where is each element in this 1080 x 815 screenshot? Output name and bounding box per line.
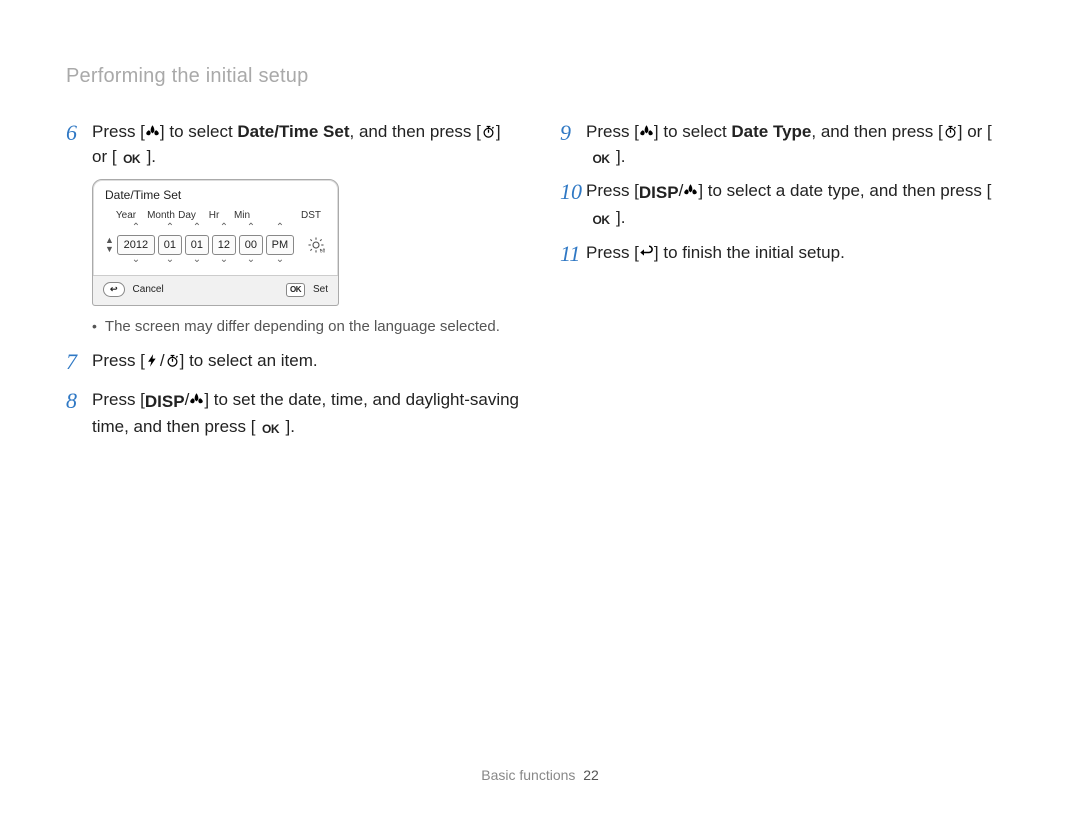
text: ] or [	[958, 122, 992, 141]
step-9: 9 Press [ ] to select Date Type, and then…	[560, 120, 1014, 169]
text: , and then press [	[811, 122, 942, 141]
step-8: 8 Press [DISP/] to set the date, time, a…	[66, 388, 520, 439]
step-11: 11 Press [ ] to finish the initial setup.	[560, 241, 1014, 270]
lcd-values-row: ▲▼ ⌃2012⌄ ⌃01⌄ ⌃01⌄ ⌃12⌄ ⌃00⌄ ⌃PM⌄ off	[93, 223, 338, 267]
macro-icon	[639, 124, 654, 139]
step-text: Press [/] to select an item.	[92, 349, 520, 374]
chevron-down-icon: ⌄	[247, 255, 255, 267]
chevron-up-icon: ⌃	[193, 223, 201, 235]
text: Press [	[92, 390, 145, 409]
chevron-up-icon: ⌃	[220, 223, 228, 235]
value-pm: PM	[266, 235, 294, 255]
macro-icon	[145, 124, 160, 139]
step-number: 11	[560, 238, 586, 270]
dst-icon: off	[306, 235, 326, 255]
note: • The screen may differ depending on the…	[92, 318, 520, 335]
text: Press [	[586, 122, 639, 141]
step-number: 9	[560, 117, 586, 149]
chevron-up-icon: ⌃	[276, 223, 284, 235]
text: ].	[147, 147, 156, 166]
lcd-col-labels: Year Month Day Hr Min DST	[93, 206, 338, 223]
lcd-title: Date/Time Set	[93, 180, 338, 206]
chevron-up-icon: ⌃	[132, 223, 140, 235]
text-bold: Date Type	[731, 122, 811, 141]
text: Press [	[92, 122, 145, 141]
label-hr: Hr	[199, 210, 229, 221]
step-text: Press [DISP/] to set the date, time, and…	[92, 388, 520, 439]
disp-label: DISP	[145, 390, 185, 415]
label-month: Month	[147, 210, 175, 221]
step-number: 8	[66, 385, 92, 417]
chevron-down-icon: ⌄	[276, 255, 284, 267]
label-dst: DST	[296, 210, 326, 221]
ok-label: OK	[586, 213, 616, 228]
step-text: Press [ ] to select Date/Time Set, and th…	[92, 120, 520, 169]
disp-label: DISP	[639, 181, 679, 206]
lcd-cancel: Cancel	[133, 284, 164, 295]
left-column: 6 Press [] to select Date/Time Set, and …	[66, 120, 520, 449]
step-number: 7	[66, 346, 92, 378]
lcd-footer: ↩ Cancel OK Set	[93, 275, 338, 305]
step-10: 10 Press [DISP/] to select a date type, …	[560, 179, 1014, 230]
step-text: Press [DISP/] to select a date type, and…	[586, 179, 1014, 230]
text: ].	[616, 208, 625, 227]
value-day: 01	[185, 235, 209, 255]
timer-icon	[943, 124, 958, 139]
ok-label: OK	[117, 152, 147, 167]
lcd-ok-badge: OK	[286, 283, 305, 297]
chevron-down-icon: ⌄	[220, 255, 228, 267]
ok-label: OK	[586, 152, 616, 167]
note-text: The screen may differ depending on the l…	[105, 318, 500, 335]
label-year: Year	[105, 210, 147, 221]
svg-text:off: off	[320, 249, 325, 255]
value-month: 01	[158, 235, 182, 255]
timer-icon	[165, 353, 180, 368]
value-min: 00	[239, 235, 263, 255]
chevron-up-icon: ⌃	[166, 223, 174, 235]
text: ] to select	[160, 122, 237, 141]
lcd-set: Set	[313, 284, 328, 295]
step-6: 6 Press [ ] to select Date/Time Set, and …	[66, 120, 520, 169]
step-text: Press [ ] to select Date Type, and then p…	[586, 120, 1014, 169]
label-min: Min	[229, 210, 255, 221]
ok-label: OK	[255, 422, 285, 437]
left-arrows: ▲▼	[105, 236, 114, 254]
text: ].	[616, 147, 625, 166]
step-7: 7 Press [/] to select an item.	[66, 349, 520, 378]
text: Press [	[586, 181, 639, 200]
text: Press [	[92, 351, 145, 370]
label-day: Day	[175, 210, 199, 221]
chevron-down-icon: ⌄	[193, 255, 201, 267]
macro-icon	[683, 183, 698, 198]
text: ] to select	[654, 122, 731, 141]
text: ] to select an item.	[180, 351, 318, 370]
timer-icon	[481, 124, 496, 139]
text: Press [	[586, 243, 639, 262]
text: ] to select a date type, and then press …	[698, 181, 991, 200]
return-icon	[639, 245, 654, 260]
value-hr: 12	[212, 235, 236, 255]
value-year: 2012	[117, 235, 155, 255]
flash-icon	[145, 353, 160, 368]
right-column: 9 Press [ ] to select Date Type, and then…	[560, 120, 1014, 449]
chevron-up-icon: ⌃	[247, 223, 255, 235]
footer-page: 22	[583, 767, 599, 783]
macro-icon	[189, 392, 204, 407]
text-bold: Date/Time Set	[237, 122, 349, 141]
back-icon: ↩	[103, 282, 125, 297]
text: , and then press [	[350, 122, 481, 141]
text: ].	[285, 417, 294, 436]
page-section-title: Performing the initial setup	[66, 65, 308, 88]
step-number: 10	[560, 176, 586, 208]
step-number: 6	[66, 117, 92, 149]
step-text: Press [ ] to finish the initial setup.	[586, 241, 1014, 266]
bullet-icon: •	[92, 318, 97, 335]
text: ] to finish the initial setup.	[654, 243, 845, 262]
page-footer: Basic functions 22	[0, 767, 1080, 783]
chevron-down-icon: ⌄	[166, 255, 174, 267]
footer-section: Basic functions	[481, 767, 575, 783]
chevron-down-icon: ⌄	[132, 255, 140, 267]
camera-lcd-mock: Date/Time Set Year Month Day Hr Min DST …	[92, 179, 339, 306]
